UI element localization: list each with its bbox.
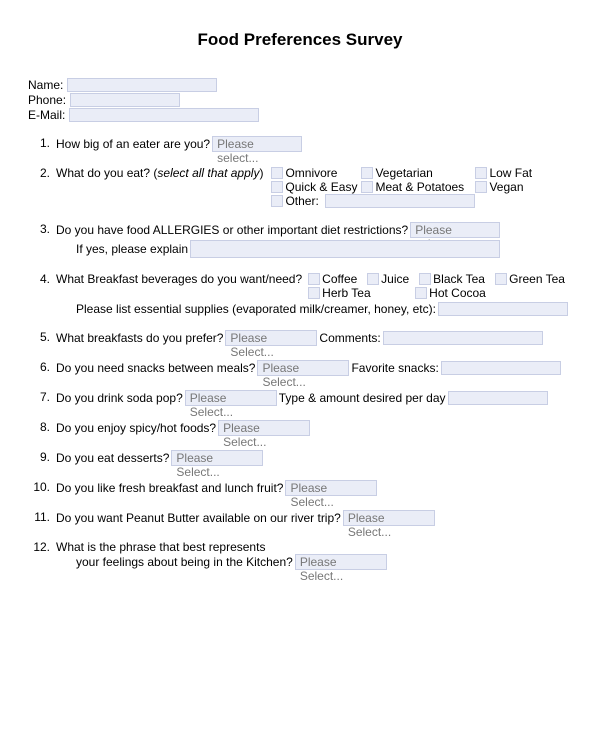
q9-num: 9. <box>28 450 56 464</box>
question-1: 1. How big of an eater are you? Please s… <box>28 136 572 152</box>
question-3: 3. Do you have food ALLERGIES or other i… <box>28 222 572 258</box>
opt-other: Other: <box>285 194 318 208</box>
chk-cocoa[interactable] <box>415 287 427 299</box>
q11-num: 11. <box>28 510 56 524</box>
question-11: 11. Do you want Peanut Butter available … <box>28 510 572 526</box>
q3-num: 3. <box>28 222 56 236</box>
q10-num: 10. <box>28 480 56 494</box>
name-row: Name: <box>28 78 572 92</box>
q9-text: Do you eat desserts? <box>56 451 169 465</box>
q12-select[interactable]: Please Select... <box>295 554 387 570</box>
phone-label: Phone: <box>28 93 66 107</box>
q5-select[interactable]: Please Select... <box>225 330 317 346</box>
q4-text: What Breakfast beverages do you want/nee… <box>56 272 302 286</box>
q5-text: What breakfasts do you prefer? <box>56 331 223 345</box>
question-12: 12. What is the phrase that best represe… <box>28 540 572 570</box>
q3-text: Do you have food ALLERGIES or other impo… <box>56 223 408 237</box>
question-8: 8. Do you enjoy spicy/hot foods? Please … <box>28 420 572 436</box>
q10-select[interactable]: Please Select... <box>285 480 377 496</box>
opt-herbtea: Herb Tea <box>322 286 370 300</box>
q6-snacks-input[interactable] <box>441 361 561 375</box>
chk-herbtea[interactable] <box>308 287 320 299</box>
chk-greentea[interactable] <box>495 273 507 285</box>
question-10: 10. Do you like fresh breakfast and lunc… <box>28 480 572 496</box>
q4-sub: Please list essential supplies (evaporat… <box>76 302 436 316</box>
q7-text: Do you drink soda pop? <box>56 391 183 405</box>
q3-sub: If yes, please explain <box>76 242 188 256</box>
email-input[interactable] <box>69 108 259 122</box>
q4-supplies-input[interactable] <box>438 302 568 316</box>
chk-vegetarian[interactable] <box>361 167 373 179</box>
name-input[interactable] <box>67 78 217 92</box>
question-6: 6. Do you need snacks between meals? Ple… <box>28 360 572 376</box>
name-label: Name: <box>28 78 63 92</box>
email-row: E-Mail: <box>28 108 572 122</box>
q8-select[interactable]: Please Select... <box>218 420 310 436</box>
chk-vegan[interactable] <box>475 181 487 193</box>
opt-omnivore: Omnivore <box>285 166 337 180</box>
question-9: 9. Do you eat desserts? Please Select... <box>28 450 572 466</box>
q8-num: 8. <box>28 420 56 434</box>
chk-lowfat[interactable] <box>475 167 487 179</box>
chk-meat[interactable] <box>361 181 373 193</box>
q2-apply: select all that apply <box>157 166 259 180</box>
opt-coffee: Coffee <box>322 272 357 286</box>
q2-close: ) <box>259 166 263 180</box>
q1-num: 1. <box>28 136 56 150</box>
chk-coffee[interactable] <box>308 273 320 285</box>
chk-omnivore[interactable] <box>271 167 283 179</box>
question-4: 4. What Breakfast beverages do you want/… <box>28 272 572 316</box>
q5-comments-input[interactable] <box>383 331 543 345</box>
q7-after: Type & amount desired per day <box>279 391 446 405</box>
q6-select[interactable]: Please Select... <box>257 360 349 376</box>
q12-num: 12. <box>28 540 56 554</box>
q12-text1: What is the phrase that best represents <box>56 540 572 554</box>
opt-vegan: Vegan <box>489 180 523 194</box>
q7-num: 7. <box>28 390 56 404</box>
q6-text: Do you need snacks between meals? <box>56 361 255 375</box>
q10-text: Do you like fresh breakfast and lunch fr… <box>56 481 283 495</box>
q3-explain-input[interactable] <box>190 240 500 258</box>
phone-input[interactable] <box>70 93 180 107</box>
q2-text: What do you eat? ( <box>56 166 157 180</box>
q6-after: Favorite snacks: <box>351 361 438 375</box>
question-7: 7. Do you drink soda pop? Please Select.… <box>28 390 572 406</box>
opt-vegetarian: Vegetarian <box>375 166 432 180</box>
email-label: E-Mail: <box>28 108 65 122</box>
q6-num: 6. <box>28 360 56 374</box>
q8-text: Do you enjoy spicy/hot foods? <box>56 421 216 435</box>
opt-lowfat: Low Fat <box>489 166 532 180</box>
opt-greentea: Green Tea <box>509 272 565 286</box>
opt-juice: Juice <box>381 272 409 286</box>
q12-text2: your feelings about being in the Kitchen… <box>76 555 293 569</box>
chk-quick[interactable] <box>271 181 283 193</box>
q7-select[interactable]: Please Select... <box>185 390 277 406</box>
q5-num: 5. <box>28 330 56 344</box>
opt-cocoa: Hot Cocoa <box>429 286 486 300</box>
q3-select[interactable]: Please select... <box>410 222 500 238</box>
q5-after: Comments: <box>319 331 380 345</box>
q4-num: 4. <box>28 272 56 286</box>
q7-amount-input[interactable] <box>448 391 548 405</box>
chk-juice[interactable] <box>367 273 379 285</box>
page-title: Food Preferences Survey <box>28 30 572 50</box>
opt-meat: Meat & Potatoes <box>375 180 464 194</box>
q11-select[interactable]: Please Select... <box>343 510 435 526</box>
opt-quick: Quick & Easy <box>285 180 357 194</box>
q1-text: How big of an eater are you? <box>56 137 210 151</box>
q1-select[interactable]: Please select... <box>212 136 302 152</box>
q9-select[interactable]: Please Select... <box>171 450 263 466</box>
question-2: 2. What do you eat? (select all that app… <box>28 166 572 208</box>
q2-other-input[interactable] <box>325 194 475 208</box>
q11-text: Do you want Peanut Butter available on o… <box>56 511 341 525</box>
question-5: 5. What breakfasts do you prefer? Please… <box>28 330 572 346</box>
q2-num: 2. <box>28 166 56 180</box>
chk-other[interactable] <box>271 195 283 207</box>
chk-blacktea[interactable] <box>419 273 431 285</box>
opt-blacktea: Black Tea <box>433 272 485 286</box>
phone-row: Phone: <box>28 93 572 107</box>
